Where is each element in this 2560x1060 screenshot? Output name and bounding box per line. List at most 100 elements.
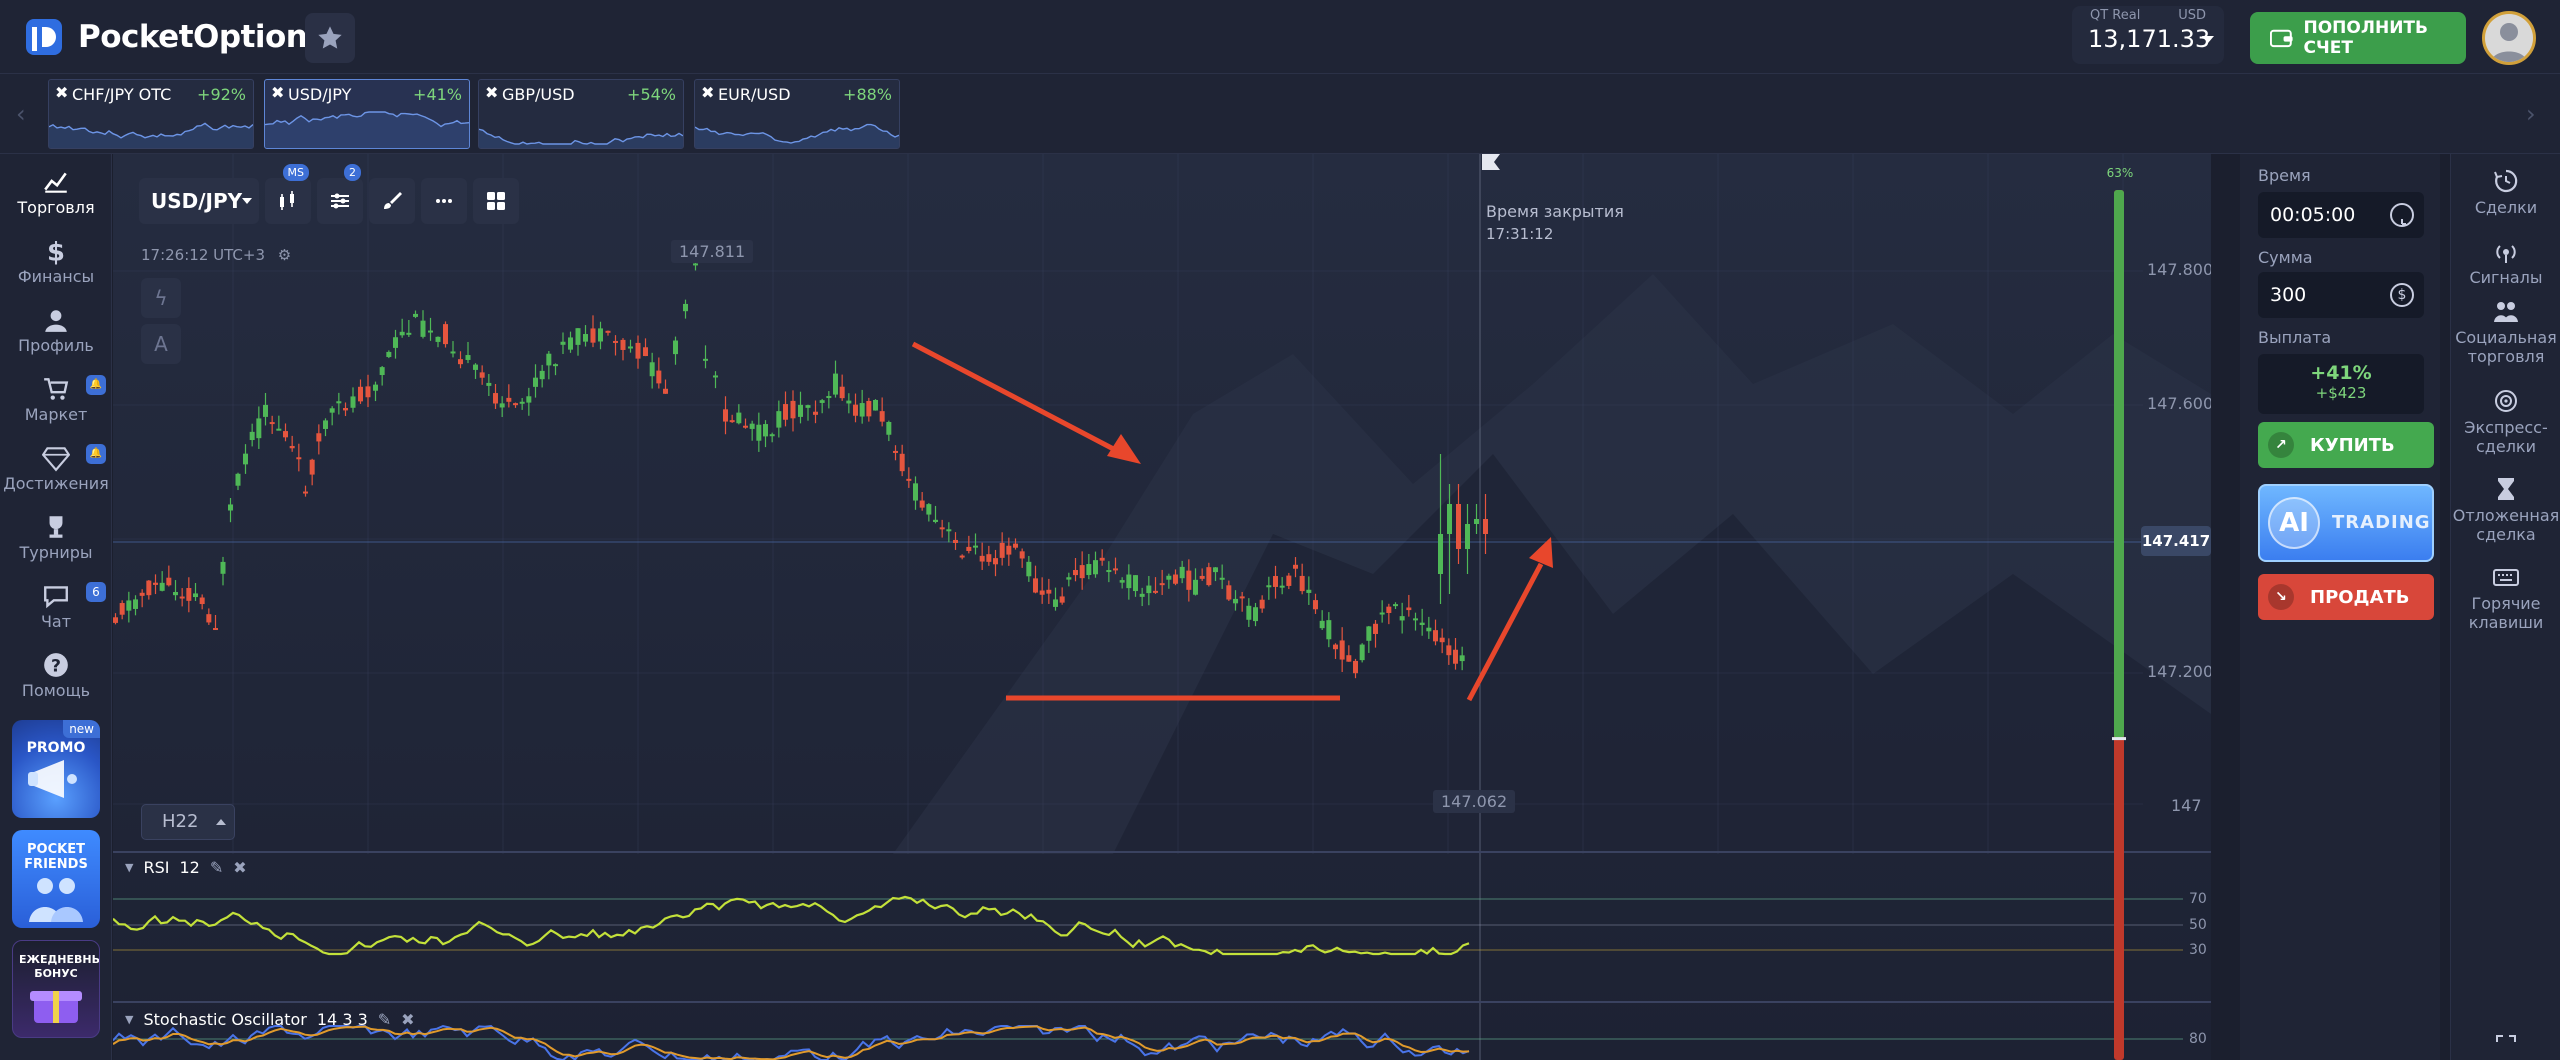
candle — [193, 593, 198, 598]
sidebar-item-cart[interactable]: Маркет 🔔 — [0, 369, 112, 433]
candle — [1186, 570, 1192, 590]
low-price-tag: 147.062 — [1433, 790, 1516, 813]
sidebar-item-dollar[interactable]: $ Финансы — [0, 231, 112, 295]
candle — [1299, 575, 1305, 592]
close-icon[interactable]: ✖ — [401, 1010, 414, 1029]
candle — [443, 324, 448, 345]
candle — [153, 582, 158, 585]
chart-type-badge: MS — [282, 164, 309, 181]
candle — [1399, 616, 1405, 621]
candle — [906, 478, 912, 481]
candle — [546, 353, 552, 366]
candle — [1286, 575, 1292, 586]
candle — [1266, 585, 1272, 588]
timeframe-button[interactable]: H22 — [141, 804, 235, 840]
favorites-button[interactable] — [305, 13, 355, 63]
deposit-button[interactable]: ПОПОЛНИТЬ СЧЕТ — [2250, 12, 2466, 64]
asset-tab[interactable]: ✖ CHF/JPY OTC +92% — [48, 79, 254, 149]
candle — [979, 555, 985, 562]
user-avatar[interactable] — [2482, 11, 2536, 65]
candle — [1306, 589, 1312, 593]
candle — [853, 404, 858, 416]
daily-bonus-tile[interactable]: ЕЖЕДНЕВНЫЙ БОНУС — [12, 940, 100, 1038]
collapse-icon[interactable]: ▼ — [125, 861, 133, 874]
sidebar-item-chat[interactable]: Чат 6 — [0, 576, 112, 640]
close-icon[interactable]: ✖ — [233, 858, 246, 877]
candle — [1465, 524, 1470, 549]
high-price-tag: 147.811 — [671, 240, 754, 263]
sell-button[interactable]: ↘ ПРОДАТЬ — [2258, 574, 2434, 620]
quick-trade-toggle[interactable]: ϟ — [141, 278, 181, 318]
collapse-icon[interactable]: ▼ — [125, 1013, 133, 1026]
candle — [506, 397, 512, 402]
candle — [553, 364, 558, 367]
right-item-people[interactable]: Социальная торговля — [2451, 298, 2560, 366]
candle — [173, 592, 178, 596]
sidebar-item-diamond[interactable]: Достижения 🔔 — [0, 438, 112, 502]
dollar-circle-icon[interactable]: $ — [2390, 283, 2414, 307]
sidebar-item-user[interactable]: Профиль — [0, 300, 112, 364]
chart-area[interactable]: USD/JPY MS 2 17:26:12 UTC+3 ⚙ ϟ A Время … — [113, 154, 2211, 1060]
ai-trading-label: TRADING — [2332, 512, 2431, 533]
amount-label: Сумма — [2258, 248, 2313, 267]
pencil-icon[interactable]: ✎ — [378, 1010, 391, 1029]
chart-type-button[interactable]: MS — [265, 164, 311, 224]
time-label: Время — [2258, 166, 2311, 185]
right-item-keyboard[interactable]: Горячие клавиши — [2451, 564, 2560, 632]
promo-tile[interactable]: new PROMO — [12, 720, 100, 818]
right-item-signal[interactable]: Сигналы — [2451, 238, 2560, 287]
sidebar-item-help[interactable]: ? Помощь — [0, 645, 112, 709]
asset-tab[interactable]: ✖ GBP/USD +54% — [478, 79, 684, 149]
right-item-hourglass[interactable]: Отложенная сделка — [2451, 476, 2560, 544]
candle — [1406, 607, 1412, 611]
drawing-button[interactable] — [369, 178, 415, 224]
y-label-2: 147.200 — [2147, 662, 2211, 681]
time-input[interactable]: 00:05:00 — [2258, 192, 2424, 238]
indicators-button[interactable]: 2 — [317, 164, 363, 224]
sidebar-item-trophy[interactable]: Турниры — [0, 507, 112, 571]
candle — [303, 491, 308, 494]
candle — [1259, 599, 1265, 609]
chart-line-icon — [44, 172, 67, 193]
candle — [1219, 577, 1225, 580]
right-item-history[interactable]: Сделки — [2451, 168, 2560, 217]
pocket-friends-tile[interactable]: POCKET FRIENDS — [12, 830, 100, 928]
sidebar-item-chart-line[interactable]: Торговля — [0, 162, 112, 226]
candle — [1246, 605, 1252, 620]
app-root: PocketOption QT Real USD 13,171.33 ПОПОЛ… — [0, 0, 2560, 1060]
clock-icon[interactable] — [2390, 203, 2414, 227]
asset-tab[interactable]: ✖ EUR/USD +88% — [694, 79, 900, 149]
close-icon[interactable]: ✖ — [55, 83, 68, 102]
pencil-icon[interactable]: ✎ — [210, 858, 223, 877]
deposit-label: ПОПОЛНИТЬ СЧЕТ — [2303, 18, 2429, 58]
buy-button[interactable]: ↗ КУПИТЬ — [2258, 422, 2434, 468]
auto-scale-toggle[interactable]: A — [141, 324, 181, 364]
right-item-target[interactable]: Экспресс-сделки — [2451, 388, 2560, 456]
pair-label: USD/JPY — [151, 189, 243, 213]
candle — [959, 555, 965, 558]
gear-icon[interactable]: ⚙ — [278, 246, 291, 264]
chat-badge: 6 — [86, 582, 106, 602]
ai-trading-button[interactable]: AI TRADING — [2258, 484, 2434, 562]
strip-left-arrow-icon[interactable]: ‹ — [16, 100, 26, 128]
fullscreen-icon[interactable] — [2495, 1034, 2517, 1056]
candle — [1474, 519, 1479, 524]
candle — [693, 263, 698, 266]
close-icon[interactable]: ✖ — [271, 83, 284, 102]
price-chart[interactable] — [113, 154, 2211, 1060]
close-icon[interactable]: ✖ — [485, 83, 498, 102]
candle — [1013, 543, 1018, 548]
account-selector[interactable]: QT Real USD 13,171.33 — [2072, 6, 2224, 64]
more-button[interactable] — [421, 178, 467, 224]
brand-logo[interactable]: PocketOption — [24, 16, 308, 58]
candle — [373, 384, 378, 391]
asset-tab[interactable]: ✖ USD/JPY +41% — [264, 79, 470, 149]
pair-selector[interactable]: USD/JPY — [139, 178, 259, 224]
candle — [798, 404, 803, 417]
close-icon[interactable]: ✖ — [701, 83, 714, 102]
strip-right-arrow-icon[interactable]: › — [2526, 100, 2536, 128]
candle — [1133, 575, 1138, 592]
candle — [783, 404, 788, 420]
amount-input[interactable]: 300 $ — [2258, 272, 2424, 318]
layout-button[interactable] — [473, 178, 519, 224]
